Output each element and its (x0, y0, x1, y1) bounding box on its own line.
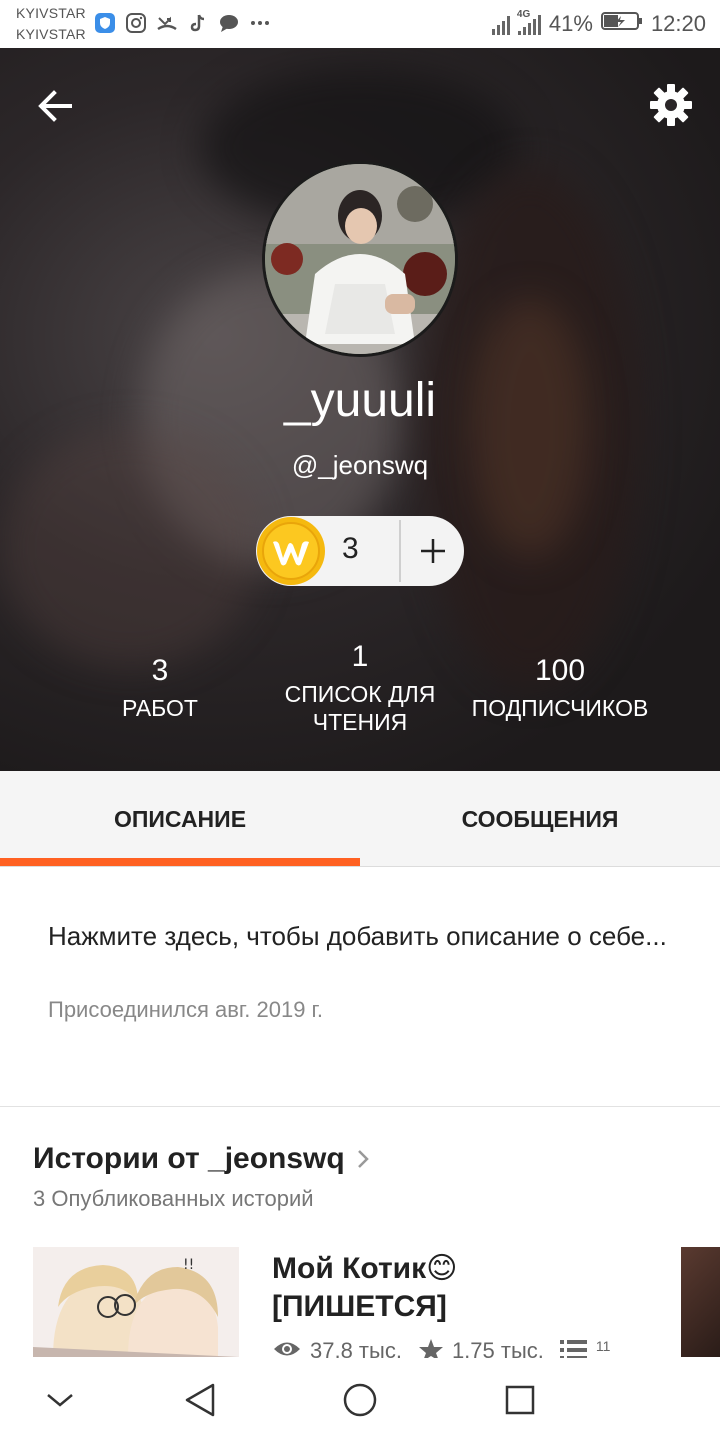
eye-icon (274, 1342, 300, 1356)
svg-text:!!: !! (183, 1257, 194, 1273)
votes-count: 1,75 тыс. (451, 1338, 544, 1358)
gear-icon (650, 84, 692, 126)
display-name: _yuuuli (283, 374, 437, 427)
stories-title: Истории от _jeonswq (33, 1142, 345, 1175)
network-type: 4G (516, 9, 531, 20)
followers-label: ПОДПИСЧИКОВ (471, 695, 649, 721)
nav-home-button[interactable] (338, 1378, 382, 1422)
buy-coins-button[interactable] (401, 516, 464, 586)
reading-lists-count: 1 (351, 640, 369, 673)
chevron-down-icon (47, 1394, 73, 1407)
coins-widget: 3 (256, 516, 464, 586)
more-dots-icon (249, 12, 271, 34)
clock: 12:20 (650, 11, 706, 36)
plus-icon (420, 539, 445, 563)
square-recents-icon (505, 1385, 535, 1415)
username: @_jeonswq (291, 450, 429, 480)
reads-count: 37,8 тыс. (310, 1338, 402, 1358)
works-count: 3 (151, 654, 169, 687)
followers-stat[interactable]: 100 ПОДПИСЧИКОВ (460, 654, 660, 722)
followers-count: 100 (534, 654, 586, 687)
stories-count: 3 Опубликованных историй (33, 1186, 314, 1211)
battery-icon (600, 10, 643, 38)
list-icon (559, 1340, 587, 1358)
profile-header: _yuuuli @_jeonswq 3 3 РАБОТ 1 СПИСОК ДЛЯ… (0, 48, 720, 771)
back-button[interactable] (34, 84, 78, 128)
settings-button[interactable] (648, 82, 694, 128)
profile-tabs: ОПИСАНИЕ СООБЩЕНИЯ (0, 771, 720, 867)
coin-count: 3 (342, 532, 359, 565)
shield-icon (94, 12, 116, 34)
status-bar: KYIVSTAR KYIVSTAR 4G 41% 12:20 (0, 0, 720, 48)
stories-header[interactable]: Истории от _jeonswq (33, 1142, 371, 1176)
signal-4g-icon: 4G (517, 9, 541, 35)
message-icon (218, 12, 240, 34)
system-nav-bar (0, 1358, 720, 1440)
reading-lists-label: СПИСОК ДЛЯ ЧТЕНИЯ (284, 681, 436, 735)
votes-stat: 1,75 тыс. (418, 1338, 544, 1358)
story-title[interactable]: Мой Котик😊 [ПИШЕТСЯ] (272, 1250, 632, 1326)
section-divider (0, 1106, 720, 1107)
next-story-cover[interactable] (681, 1247, 720, 1357)
reads-stat: 37,8 тыс. (272, 1338, 402, 1358)
avatar-photo (265, 164, 455, 354)
hide-keyboard-button[interactable] (38, 1378, 82, 1422)
carrier-name-2: KYIVSTAR (16, 26, 86, 42)
works-stat[interactable]: 3 РАБОТ (80, 654, 240, 722)
parts-count: 11 (595, 1338, 611, 1354)
chevron-right-icon (357, 1150, 369, 1168)
nav-back-button[interactable] (178, 1378, 222, 1422)
active-tab-indicator (0, 858, 360, 866)
joined-date: Присоединился авг. 2019 г. (48, 997, 323, 1022)
triangle-back-icon (185, 1383, 215, 1417)
story-cover[interactable]: !! (33, 1247, 239, 1357)
signal-icon (491, 13, 510, 35)
nav-recents-button[interactable] (498, 1378, 542, 1422)
tab-about[interactable]: ОПИСАНИЕ (0, 771, 360, 867)
wattpad-coin-icon[interactable] (256, 516, 326, 586)
tiktok-icon (187, 12, 209, 34)
instagram-icon (125, 12, 147, 34)
arrow-left-icon (38, 90, 72, 122)
story-stats: 37,8 тыс. 1,75 тыс. 11 (272, 1338, 610, 1358)
carrier-name-1: KYIVSTAR (16, 5, 86, 21)
notification-icons (94, 12, 271, 34)
battery-percent: 41% (548, 11, 593, 36)
parts-stat: 11 (559, 1338, 611, 1358)
works-label: РАБОТ (122, 695, 198, 721)
circle-home-icon (343, 1383, 377, 1417)
background-shade (470, 298, 590, 558)
avatar[interactable] (262, 161, 458, 357)
star-icon (418, 1339, 443, 1358)
status-right: 4G 41% 12:20 (491, 9, 706, 38)
add-description-prompt[interactable]: Нажмите здесь, чтобы добавить описание о… (48, 916, 678, 956)
reading-lists-stat[interactable]: 1 СПИСОК ДЛЯ ЧТЕНИЯ (270, 640, 450, 736)
missed-call-icon (156, 12, 178, 34)
tab-messages[interactable]: СООБЩЕНИЯ (360, 771, 720, 867)
